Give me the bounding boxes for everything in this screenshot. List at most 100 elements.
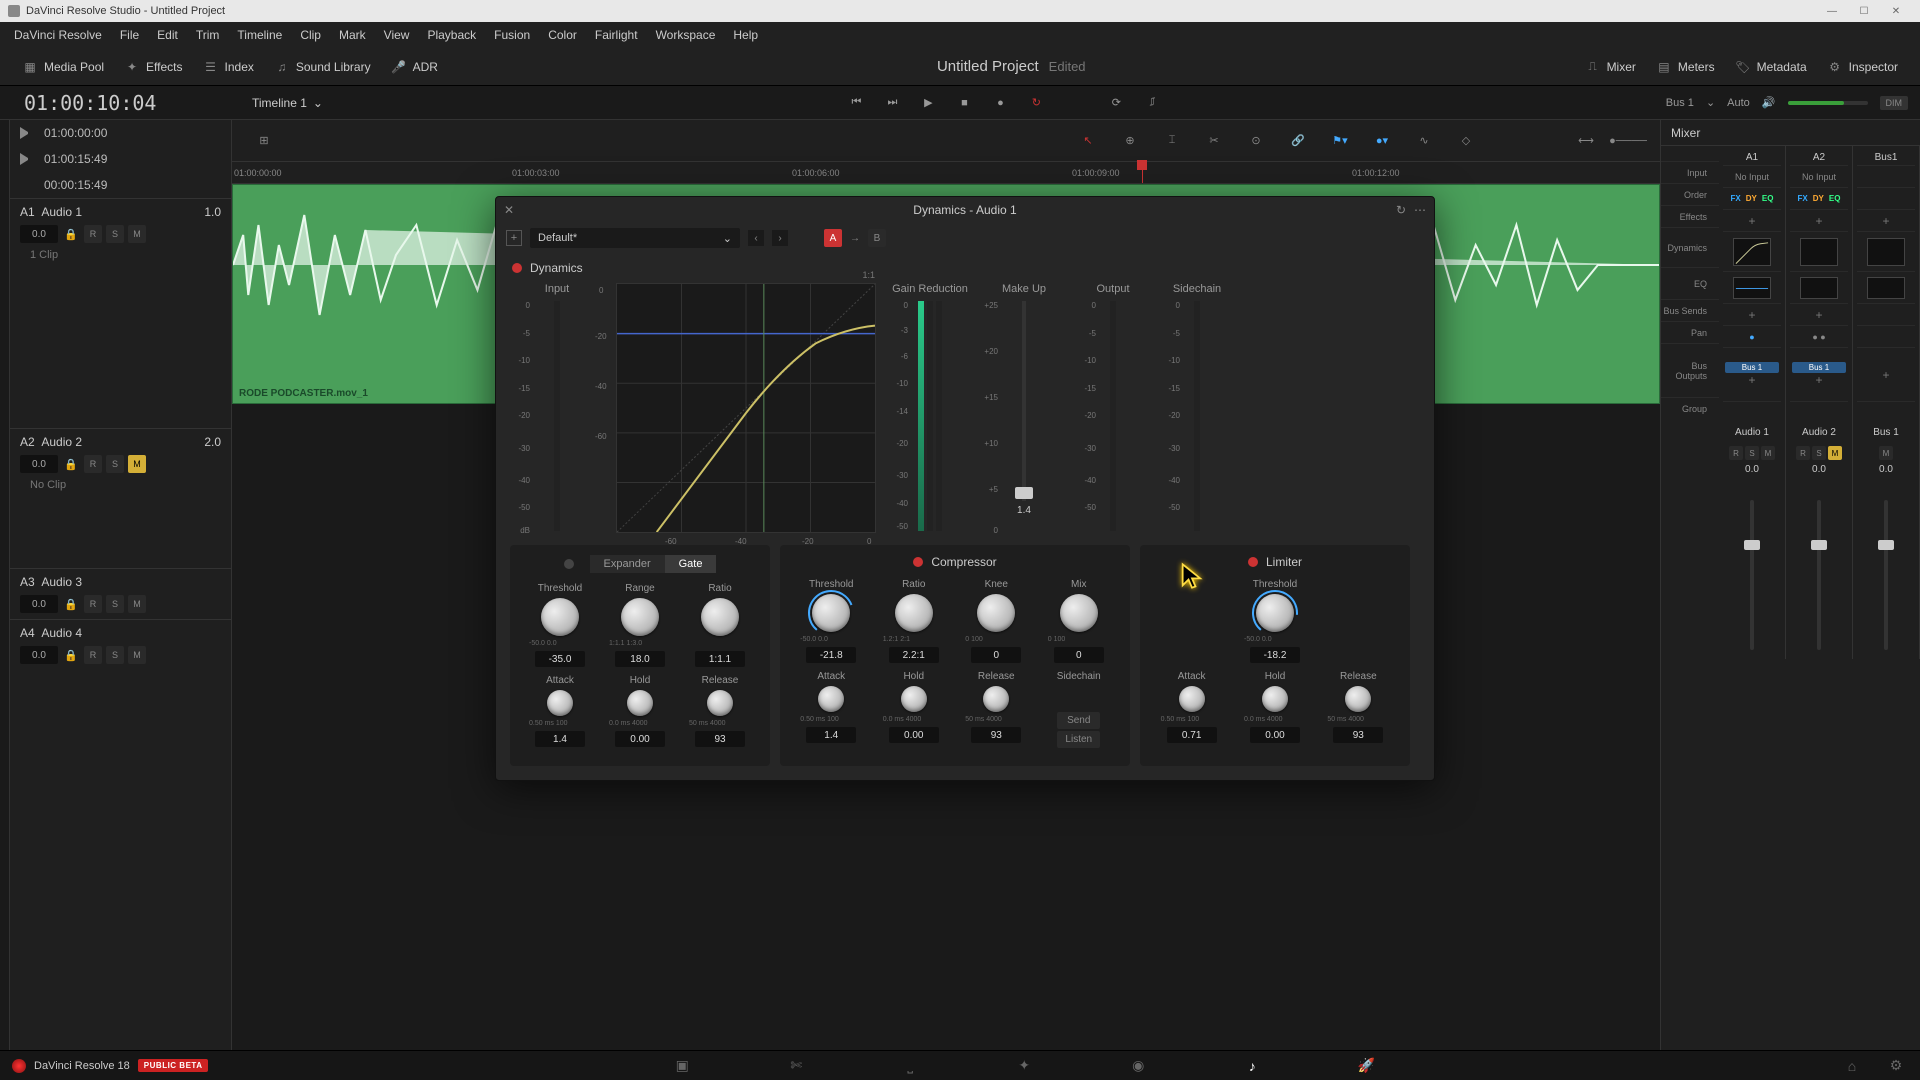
index-button[interactable]: ☰Index (193, 55, 264, 79)
ab-a-button[interactable]: A (824, 229, 842, 247)
fade-tool[interactable]: ◇ (1454, 129, 1478, 153)
stop-button[interactable]: ■ (953, 92, 975, 114)
loop-button[interactable]: ↻ (1025, 92, 1047, 114)
makeup-gain-slider[interactable]: +25 +20 +15 +10 +5 0 1.4 (984, 301, 1064, 531)
pointer-tool[interactable]: ↖ (1076, 129, 1100, 153)
color-page-button[interactable]: ◉ (1126, 1054, 1150, 1078)
pan-control[interactable]: ● (1723, 330, 1781, 344)
comp-knee-knob[interactable] (977, 594, 1015, 632)
menu-davinci[interactable]: DaVinci Resolve (6, 24, 110, 46)
play-button[interactable]: ▶ (917, 92, 939, 114)
lock-icon[interactable]: 🔒 (62, 455, 80, 473)
mute-button[interactable]: M (128, 595, 146, 613)
cut-page-button[interactable]: ✄ (784, 1054, 808, 1078)
menu-help[interactable]: Help (725, 24, 766, 46)
comp-release-knob[interactable] (983, 686, 1009, 712)
solo-button[interactable]: S (106, 595, 124, 613)
lim-threshold-knob[interactable] (1256, 594, 1294, 632)
menu-view[interactable]: View (376, 24, 418, 46)
metadata-button[interactable]: 🏷Metadata (1725, 55, 1817, 79)
effects-button[interactable]: ✦Effects (114, 55, 192, 79)
track-volume[interactable]: 0.0 (20, 595, 58, 613)
channel-fader[interactable] (1884, 500, 1888, 650)
expander-tab[interactable]: Expander (590, 555, 665, 573)
rewind-button[interactable]: ⏮ (845, 92, 867, 114)
auto-label[interactable]: Auto (1727, 97, 1750, 109)
mixer-channel-bus1[interactable]: Bus1 + + Bus 1 M 0.0 (1853, 146, 1920, 659)
edit-page-button[interactable]: ⎵ (898, 1054, 922, 1078)
comp-threshold-knob[interactable] (812, 594, 850, 632)
range-tool[interactable]: ⊕ (1118, 129, 1142, 153)
volume-slider[interactable] (1788, 101, 1868, 105)
reset-button[interactable]: ↻ (1396, 203, 1406, 217)
compressor-enable-toggle[interactable] (913, 557, 923, 567)
mute-button[interactable]: M (128, 225, 146, 243)
timeline-view-button[interactable]: ⊞ (252, 129, 276, 153)
menu-color[interactable]: Color (540, 24, 585, 46)
razor-tool[interactable]: ✂ (1202, 129, 1226, 153)
main-timecode[interactable]: 01:00:10:04 (12, 91, 232, 115)
playhead[interactable] (1142, 162, 1143, 183)
add-preset-button[interactable]: + (506, 230, 522, 246)
deliver-page-button[interactable]: 🚀 (1354, 1054, 1378, 1078)
expgate-enable-toggle[interactable] (564, 559, 574, 569)
speaker-icon[interactable]: 🔊 (1762, 96, 1776, 109)
sound-library-button[interactable]: ♫Sound Library (264, 55, 381, 79)
track-volume[interactable]: 0.0 (20, 646, 58, 664)
lock-icon[interactable]: 🔒 (62, 646, 80, 664)
comp-attack-knob[interactable] (818, 686, 844, 712)
track-header-a4[interactable]: A4 Audio 4 0.0 🔒 R S M (10, 619, 231, 670)
modal-menu-button[interactable]: ⋯ (1414, 203, 1426, 217)
bus-selector[interactable]: Bus 1 (1666, 97, 1694, 109)
dynamics-graph[interactable] (1733, 238, 1771, 266)
menu-fairlight[interactable]: Fairlight (587, 24, 646, 46)
preset-prev-button[interactable]: ‹ (748, 230, 764, 246)
bus-output[interactable]: Bus 1 (1725, 362, 1779, 373)
menu-file[interactable]: File (112, 24, 147, 46)
zoom-slider[interactable]: ●──── (1616, 129, 1640, 153)
add-effect-button[interactable]: + (1723, 212, 1781, 230)
fusion-page-button[interactable]: ✦ (1012, 1054, 1036, 1078)
lim-hold-knob[interactable] (1262, 686, 1288, 712)
menu-edit[interactable]: Edit (149, 24, 186, 46)
solo-button[interactable]: S (106, 646, 124, 664)
record-button[interactable]: ● (989, 92, 1011, 114)
dynamics-modal[interactable]: ✕ Dynamics - Audio 1 ↻⋯ + Default*⌄ ‹ › … (495, 196, 1435, 781)
sidechain-listen-button[interactable]: Listen (1057, 731, 1100, 748)
menu-clip[interactable]: Clip (292, 24, 329, 46)
ab-copy-icon[interactable]: → (850, 233, 860, 244)
preset-next-button[interactable]: › (772, 230, 788, 246)
track-header-a3[interactable]: A3 Audio 3 0.0 🔒 R S M (10, 568, 231, 619)
arm-button[interactable]: R (84, 646, 102, 664)
dim-button[interactable]: DIM (1880, 96, 1909, 110)
meters-button[interactable]: ▤Meters (1646, 55, 1725, 79)
flag-tool[interactable]: ⚑▾ (1328, 129, 1352, 153)
close-button[interactable]: ✕ (1880, 2, 1912, 20)
home-button[interactable]: ⌂ (1840, 1054, 1864, 1078)
fast-forward-button[interactable]: ⏭ (881, 92, 903, 114)
menu-playback[interactable]: Playback (419, 24, 484, 46)
media-page-button[interactable]: ▣ (670, 1054, 694, 1078)
channel-fader[interactable] (1750, 500, 1754, 650)
gate-tab[interactable]: Gate (665, 555, 717, 573)
track-volume[interactable]: 0.0 (20, 455, 58, 473)
modal-titlebar[interactable]: ✕ Dynamics - Audio 1 ↻⋯ (496, 197, 1434, 223)
automation-button[interactable]: ⟳ (1105, 92, 1127, 114)
sidechain-send-button[interactable]: Send (1057, 712, 1100, 729)
solo-button[interactable]: S (106, 225, 124, 243)
menu-mark[interactable]: Mark (331, 24, 374, 46)
comp-hold-knob[interactable] (901, 686, 927, 712)
timeline-selector[interactable]: Timeline 1⌄ (232, 96, 343, 110)
lock-icon[interactable]: 🔒 (62, 595, 80, 613)
track-header-a1[interactable]: A1 Audio 11.0 0.0 🔒 R S M 1 Clip (10, 198, 231, 428)
track-header-a2[interactable]: A2 Audio 22.0 0.0 🔒 R S M No Clip (10, 428, 231, 568)
mute-button[interactable]: M (128, 646, 146, 664)
timeline-ruler[interactable]: 01:00:00:00 01:00:03:00 01:00:06:00 01:0… (232, 162, 1660, 184)
gate-ratio-knob[interactable] (701, 598, 739, 636)
lock-icon[interactable]: 🔒 (62, 225, 80, 243)
gate-release-knob[interactable] (707, 690, 733, 716)
fairlight-page-button[interactable]: ♪ (1240, 1054, 1264, 1078)
adr-button[interactable]: 🎤ADR (381, 55, 448, 79)
dynamics-enable-toggle[interactable] (512, 263, 522, 273)
preset-select[interactable]: Default*⌄ (530, 228, 740, 248)
